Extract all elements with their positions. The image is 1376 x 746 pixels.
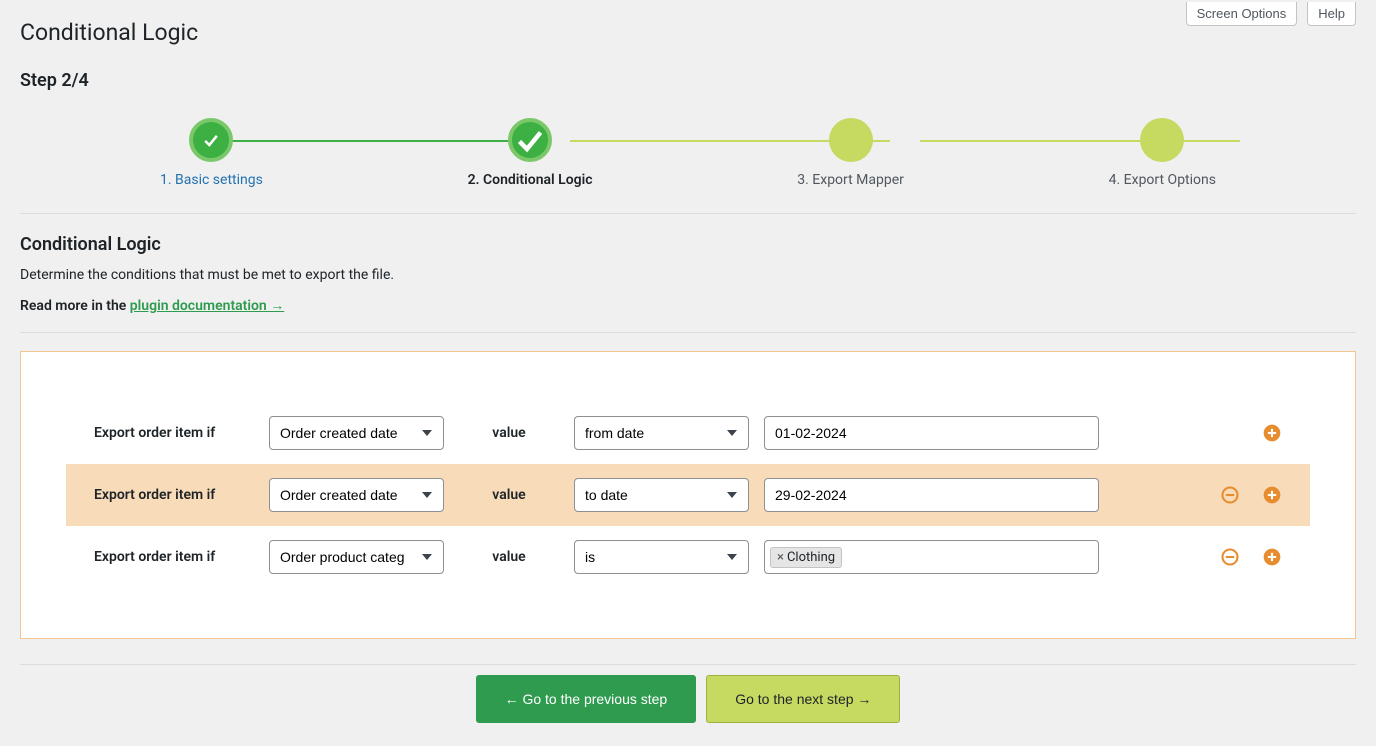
tag: ×Clothing: [770, 547, 842, 568]
rule-actions: [1212, 485, 1282, 505]
footer-nav: ← Go to the previous step Go to the next…: [20, 664, 1356, 723]
rule-row: Export order item if Order product categ v…: [66, 526, 1310, 588]
add-rule-button[interactable]: [1262, 423, 1282, 443]
rule-label: Export order item if: [94, 487, 254, 503]
rule-value-input[interactable]: [764, 416, 1099, 450]
remove-rule-button[interactable]: [1220, 485, 1240, 505]
step-basic-settings[interactable]: 1. Basic settings: [160, 118, 263, 188]
rule-operator-select[interactable]: from date: [574, 416, 749, 450]
rule-label: Export order item if: [94, 425, 254, 441]
top-buttons: Screen Options Help: [1186, 2, 1356, 26]
add-rule-button[interactable]: [1262, 547, 1282, 567]
plugin-documentation-link[interactable]: plugin documentation →: [130, 298, 284, 314]
help-button[interactable]: Help: [1307, 2, 1356, 26]
value-label: value: [459, 487, 559, 503]
rule-value-input[interactable]: [764, 478, 1099, 512]
step-label: 4. Export Options: [1109, 172, 1216, 188]
screen-options-button[interactable]: Screen Options: [1186, 2, 1298, 26]
remove-rule-button[interactable]: [1220, 547, 1240, 567]
tag-remove-icon[interactable]: ×: [777, 550, 784, 565]
check-icon: [508, 118, 552, 162]
tag-text: Clothing: [787, 550, 835, 565]
rule-tag-input[interactable]: ×Clothing: [764, 540, 1099, 574]
step-circle: [1140, 118, 1184, 162]
rule-field-select[interactable]: Order created date: [269, 478, 444, 512]
previous-step-button[interactable]: ← Go to the previous step: [476, 675, 697, 723]
next-step-button[interactable]: Go to the next step →: [706, 675, 900, 723]
rule-actions: [1212, 547, 1282, 567]
step-label: 3. Export Mapper: [797, 172, 904, 188]
step-label[interactable]: 1. Basic settings: [160, 172, 263, 188]
rule-field-select[interactable]: Order product categ: [269, 540, 444, 574]
section-description: Determine the conditions that must be me…: [20, 267, 1356, 283]
value-label: value: [459, 425, 559, 441]
step-export-mapper: 3. Export Mapper: [797, 118, 904, 188]
rule-label: Export order item if: [94, 549, 254, 565]
step-label: 2. Conditional Logic: [468, 172, 593, 188]
rule-actions: [1212, 423, 1282, 443]
section-title: Conditional Logic: [20, 234, 1356, 255]
step-export-options: 4. Export Options: [1109, 118, 1216, 188]
value-label: value: [459, 549, 559, 565]
rule-row: Export order item if Order created date va…: [66, 464, 1310, 526]
section-header: Conditional Logic Determine the conditio…: [20, 234, 1356, 333]
readmore: Read more in the plugin documentation →: [20, 297, 1356, 314]
rule-row: Export order item if Order created date va…: [66, 402, 1310, 464]
readmore-prefix: Read more in the: [20, 298, 130, 314]
step-circle: [829, 118, 873, 162]
rule-operator-select[interactable]: to date: [574, 478, 749, 512]
page-title: Conditional Logic: [20, 10, 198, 50]
rule-field-select[interactable]: Order created date: [269, 416, 444, 450]
rules-container: Export order item if Order created date va…: [20, 351, 1356, 639]
stepper: 1. Basic settings 2. Conditional Logic 3…: [20, 103, 1356, 214]
step-counter: Step 2/4: [20, 70, 1356, 91]
step-conditional-logic: 2. Conditional Logic: [468, 118, 593, 188]
rule-operator-select[interactable]: is: [574, 540, 749, 574]
add-rule-button[interactable]: [1262, 485, 1282, 505]
check-icon: [189, 118, 233, 162]
